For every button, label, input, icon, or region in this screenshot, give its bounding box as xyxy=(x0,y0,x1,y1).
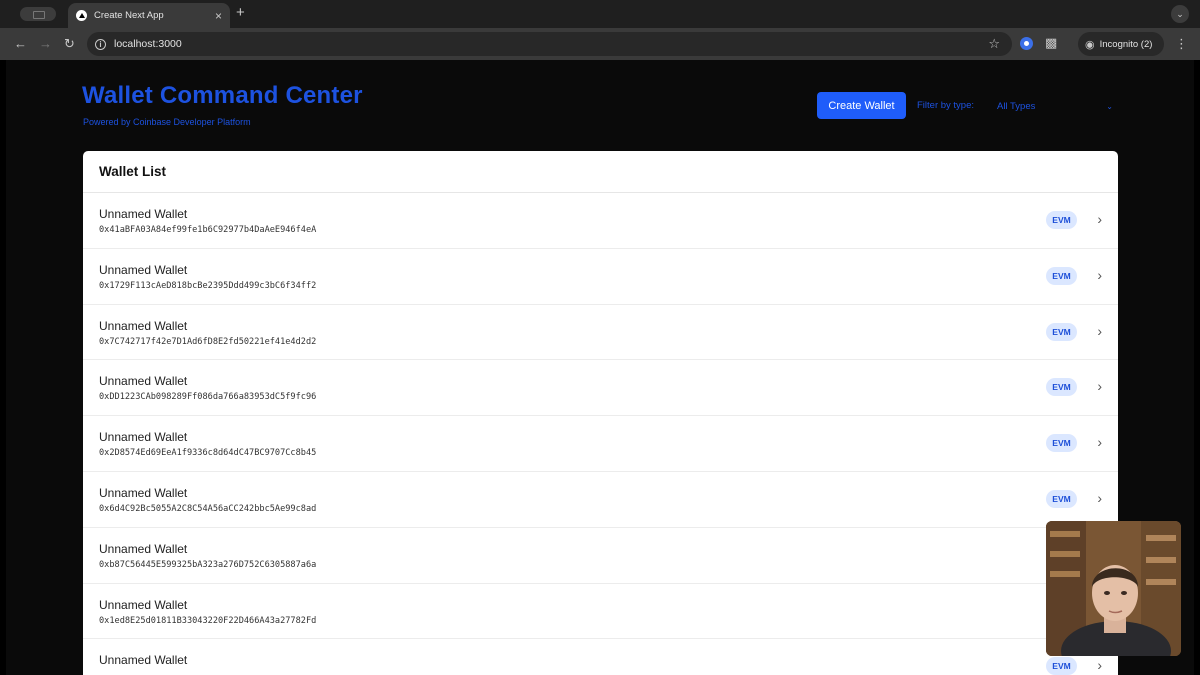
wallet-row[interactable]: Unnamed Wallet 0x7C742717f42e7D1Ad6fD8E2… xyxy=(83,305,1118,361)
url-text: localhost:3000 xyxy=(114,38,182,50)
site-info-icon[interactable]: i xyxy=(95,38,106,50)
wallet-row[interactable]: Unnamed Wallet EVM › xyxy=(83,639,1118,675)
wallet-row[interactable]: Unnamed Wallet 0x1ed8E25d01811B33043220F… xyxy=(83,584,1118,640)
wallet-address: 0x2D8574Ed69EeA1f9336c8d64dC47BC9707Cc8b… xyxy=(99,448,317,459)
wallet-type-badge: EVM xyxy=(1046,657,1077,675)
filter-selected-value: All Types xyxy=(997,100,1036,112)
wallet-address: 0xb87C56445E599325bA323a276D752C6305887a… xyxy=(99,559,317,570)
wallet-name: Unnamed Wallet xyxy=(99,541,188,556)
wallet-name: Unnamed Wallet xyxy=(99,207,188,221)
bookmark-star-icon[interactable]: ☆ xyxy=(988,36,1000,52)
browser-tab[interactable]: Create Next App × xyxy=(68,3,230,28)
browser-tabstrip: Create Next App × + ⌄ xyxy=(0,0,1200,28)
wallet-address: 0x6d4C92Bc5055A2C8C54A56aCC242bbc5Ae99c8… xyxy=(99,503,317,514)
back-arrow-icon[interactable]: ← xyxy=(14,36,27,52)
tab-close-icon[interactable]: × xyxy=(215,10,222,22)
wallet-address: 0x1729F113cAeD818bcBe2395Ddd499c3bC6f34f… xyxy=(99,280,317,291)
wallet-list-card: Wallet List Unnamed Wallet 0x41aBFA03A84… xyxy=(83,151,1118,675)
wallet-type-badge: EVM xyxy=(1046,322,1077,341)
tab-list-chevron-icon[interactable]: ⌄ xyxy=(1171,5,1189,23)
filter-type-select[interactable]: All Types ⌄ xyxy=(991,96,1119,116)
presenter-video-image xyxy=(1046,521,1181,656)
page-title: Wallet Command Center xyxy=(82,82,363,109)
wallet-name: Unnamed Wallet xyxy=(99,653,188,668)
create-wallet-button[interactable]: Create Wallet xyxy=(817,92,906,119)
chevron-right-icon[interactable]: › xyxy=(1097,656,1102,674)
extensions-puzzle-icon[interactable]: ▩ xyxy=(1045,35,1057,51)
tab-title: Create Next App xyxy=(94,10,164,21)
wallet-row[interactable]: Unnamed Wallet 0x1729F113cAeD818bcBe2395… xyxy=(83,249,1118,305)
wallet-type-badge: EVM xyxy=(1046,211,1077,229)
incognito-indicator[interactable]: ◉ Incognito (2) xyxy=(1078,32,1164,56)
nextjs-favicon-icon xyxy=(76,10,87,21)
page-viewport: Wallet Command Center Powered by Coinbas… xyxy=(6,60,1194,675)
reload-icon[interactable]: ↻ xyxy=(64,36,75,52)
forward-arrow-icon[interactable]: → xyxy=(39,36,52,52)
new-tab-icon[interactable]: + xyxy=(236,5,245,20)
chevron-down-icon: ⌄ xyxy=(1106,101,1113,111)
wallet-name: Unnamed Wallet xyxy=(99,430,188,445)
wallet-type-badge: EVM xyxy=(1046,266,1077,285)
wallet-name: Unnamed Wallet xyxy=(99,262,188,277)
wallet-row[interactable]: Unnamed Wallet 0xDD1223CAb098289Ff086da7… xyxy=(83,360,1118,417)
browser-menu-icon[interactable]: ⋮ xyxy=(1175,36,1188,52)
wallet-address: 0x41aBFA03A84ef99fe1b6C92977b4DaAeE946f4… xyxy=(99,225,317,235)
wallet-row[interactable]: Unnamed Wallet 0x41aBFA03A84ef99fe1b6C92… xyxy=(83,193,1118,249)
wallet-name: Unnamed Wallet xyxy=(99,485,188,500)
filter-label: Filter by type: xyxy=(917,100,975,111)
chevron-right-icon[interactable]: › xyxy=(1097,489,1102,507)
browser-toolbar: ← → ↻ i localhost:3000 ☆ ▩ ◉ Incognito (… xyxy=(0,28,1200,60)
incognito-icon: ◉ xyxy=(1085,38,1095,51)
extension-icon[interactable] xyxy=(1020,37,1033,50)
incognito-label: Incognito (2) xyxy=(1099,38,1153,50)
chevron-right-icon[interactable]: › xyxy=(1097,377,1102,395)
tab-search-button[interactable] xyxy=(20,7,56,21)
wallet-type-badge: EVM xyxy=(1046,378,1077,397)
chevron-right-icon[interactable]: › xyxy=(1097,266,1102,284)
wallet-address: 0x1ed8E25d01811B33043220F22D466A43a27782… xyxy=(99,615,317,626)
wallet-list-title: Wallet List xyxy=(99,164,167,179)
wallet-list-header: Wallet List xyxy=(83,151,1118,193)
wallet-type-badge: EVM xyxy=(1046,434,1077,453)
wallet-type-badge: EVM xyxy=(1046,489,1077,508)
chevron-right-icon[interactable]: › xyxy=(1097,210,1102,228)
chevron-right-icon[interactable]: › xyxy=(1097,322,1102,340)
wallet-name: Unnamed Wallet xyxy=(99,374,188,389)
wallet-name: Unnamed Wallet xyxy=(99,318,188,333)
webcam-overlay xyxy=(1046,521,1181,656)
address-bar[interactable]: i localhost:3000 ☆ xyxy=(87,32,1012,56)
page-subtitle: Powered by Coinbase Developer Platform xyxy=(83,117,251,127)
wallet-address: 0xDD1223CAb098289Ff086da766a83953dC5f9fc… xyxy=(99,392,317,403)
wallet-row[interactable]: Unnamed Wallet 0x6d4C92Bc5055A2C8C54A56a… xyxy=(83,472,1118,528)
wallet-row[interactable]: Unnamed Wallet 0xb87C56445E599325bA323a2… xyxy=(83,528,1118,584)
wallet-name: Unnamed Wallet xyxy=(99,597,188,612)
chevron-right-icon[interactable]: › xyxy=(1097,433,1102,451)
wallet-address: 0x7C742717f42e7D1Ad6fD8E2fd50221ef41e4d2… xyxy=(99,336,317,347)
wallet-row[interactable]: Unnamed Wallet 0x2D8574Ed69EeA1f9336c8d6… xyxy=(83,416,1118,472)
